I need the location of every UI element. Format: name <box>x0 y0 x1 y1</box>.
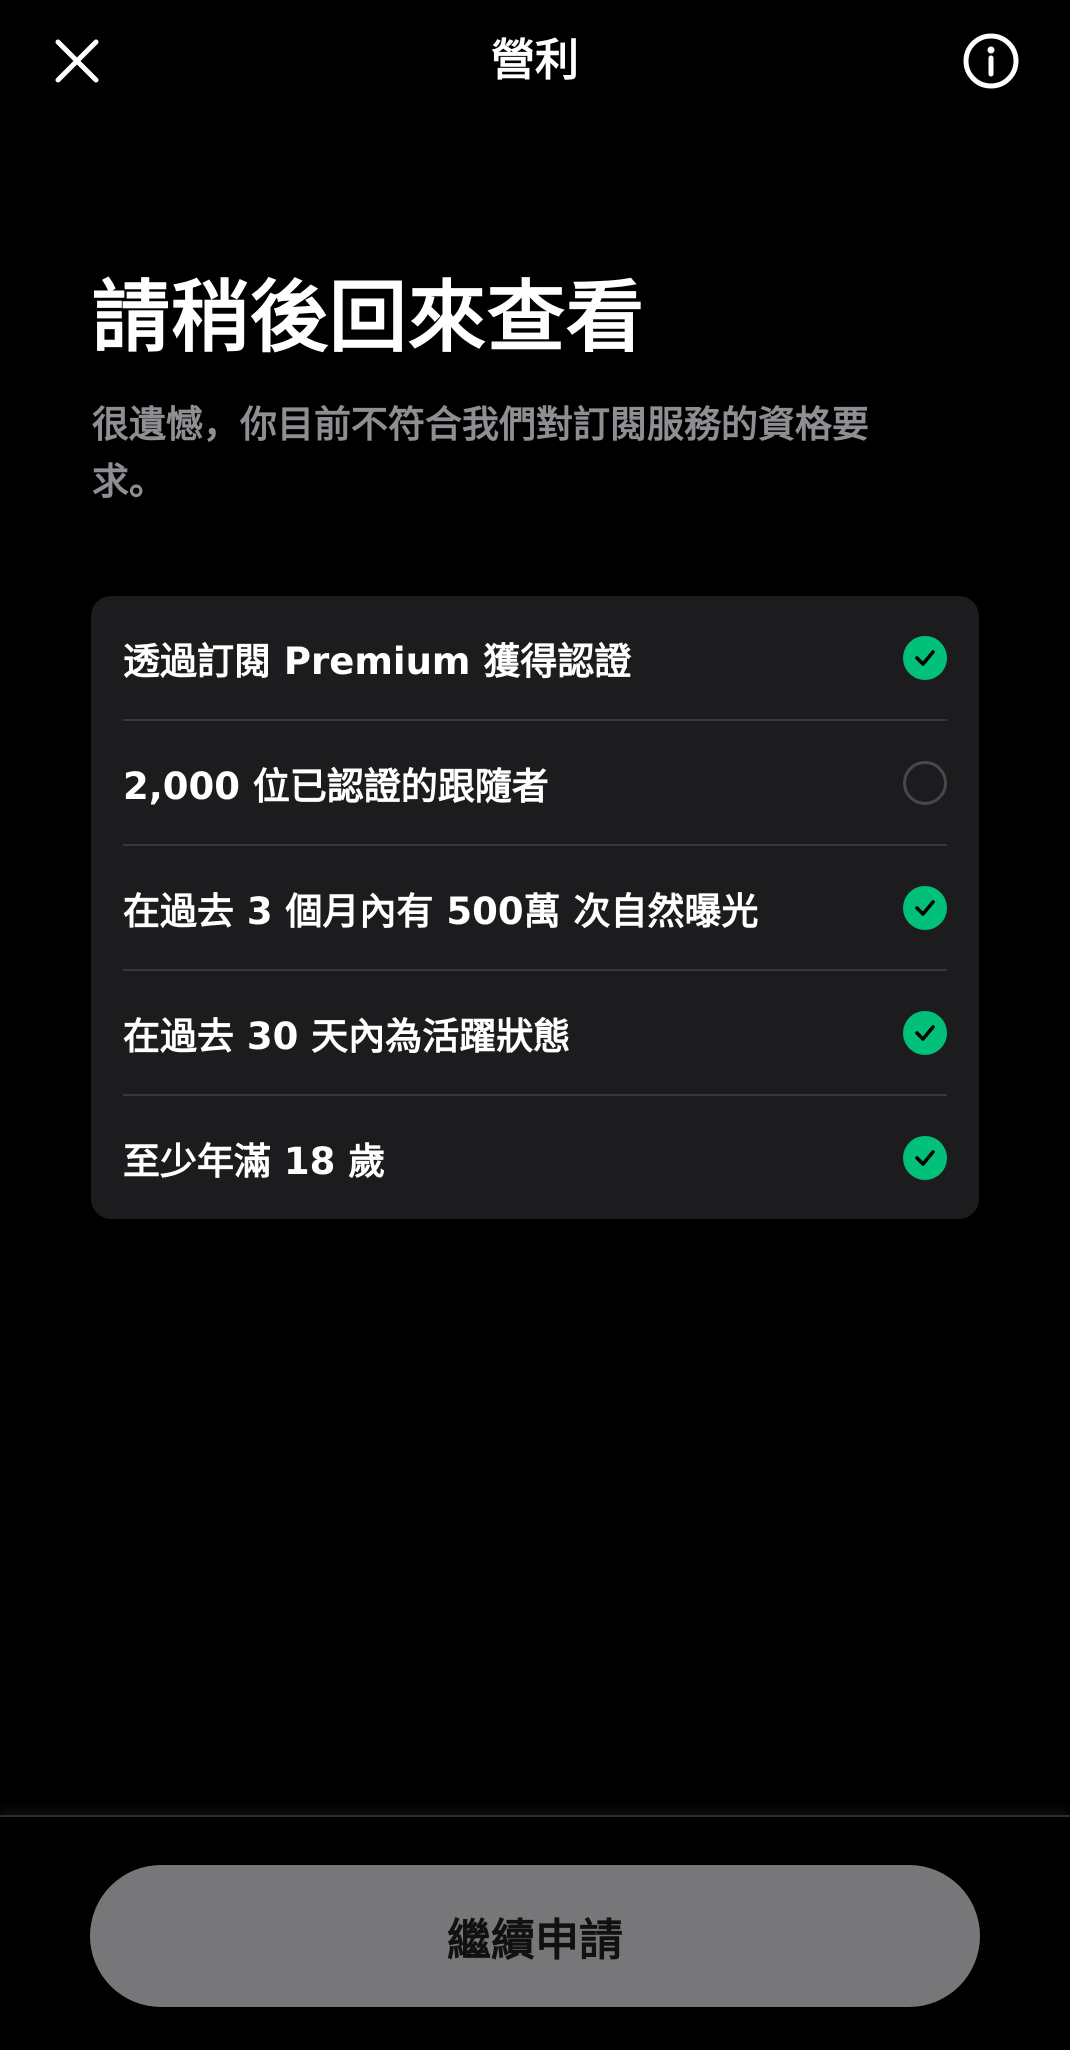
check-circle-icon <box>903 635 947 680</box>
requirement-label: 透過訂閱 Premium 獲得認證 <box>123 639 632 683</box>
requirement-label: 2,000 位已認證的跟隨者 <box>123 764 549 808</box>
info-button[interactable] <box>958 28 1024 94</box>
requirement-row-impressions: 在過去 3 個月內有 500萬 次自然曝光 <box>123 846 947 971</box>
check-circle-icon <box>903 885 947 930</box>
check-circle-icon <box>903 1135 947 1180</box>
requirement-row-followers: 2,000 位已認證的跟隨者 <box>123 721 947 846</box>
footer: 繼續申請 <box>0 1815 1070 2050</box>
requirement-label: 在過去 3 個月內有 500萬 次自然曝光 <box>123 889 759 933</box>
requirements-card: 透過訂閱 Premium 獲得認證 2,000 位已認證的跟隨者 在過去 3 個… <box>91 596 979 1219</box>
check-circle-icon <box>903 1010 947 1055</box>
requirement-row-active: 在過去 30 天內為活躍狀態 <box>123 971 947 1096</box>
subtitle: 很遺憾，你目前不符合我們對訂閱服務的資格要求。 <box>92 403 869 503</box>
requirement-label: 在過去 30 天內為活躍狀態 <box>123 1014 571 1058</box>
page-title: 營利 <box>491 35 579 86</box>
close-button[interactable] <box>44 28 110 94</box>
requirement-row-age: 至少年滿 18 歲 <box>123 1096 947 1219</box>
empty-circle-icon <box>903 760 947 805</box>
info-icon <box>963 33 1019 89</box>
close-icon <box>55 39 99 83</box>
headline: 請稍後回來查看 <box>92 273 646 363</box>
requirement-label: 至少年滿 18 歲 <box>123 1139 386 1183</box>
top-bar: 營利 <box>0 0 1070 120</box>
continue-application-button[interactable]: 繼續申請 <box>90 1865 980 2007</box>
requirement-row-premium: 透過訂閱 Premium 獲得認證 <box>123 596 947 721</box>
